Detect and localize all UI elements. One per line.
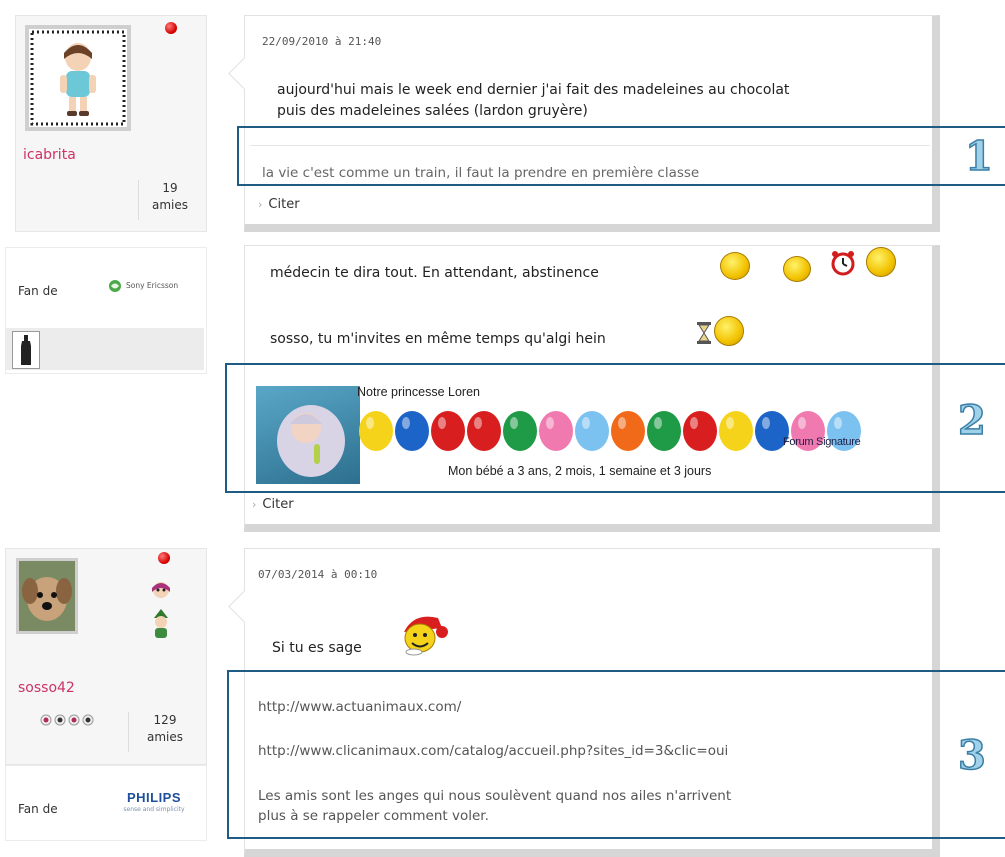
annotation-number: 3 (957, 731, 986, 780)
sony-ericsson-icon (109, 280, 121, 292)
eyes-icon (38, 712, 98, 726)
post-message-line-1: médecin te dira tout. En attendant, abst… (270, 265, 599, 281)
friends-count[interactable]: 129 amies (128, 712, 201, 752)
post-date: 07/03/2014 à 00:10 (258, 568, 378, 581)
dog-avatar-icon (19, 561, 75, 631)
quote-button[interactable]: Citer (258, 197, 299, 212)
clown-smiley-icon (398, 610, 454, 656)
laughing-smiley-icon (866, 247, 896, 277)
username[interactable]: sosso42 (18, 680, 75, 696)
annotation-number: 1 (964, 132, 993, 181)
smiley-icon (783, 256, 811, 282)
girl-avatar-icon (29, 29, 127, 127)
post-message-line-2: sosso, tu m'invites en même temps qu'alg… (270, 331, 606, 347)
fan-label: Fan de (18, 284, 58, 298)
elf-badge-icon (148, 608, 174, 640)
highlight-box-3 (227, 670, 1005, 839)
online-status-icon (158, 552, 170, 564)
friends-count[interactable]: 19 amies (138, 180, 201, 220)
bottle-icon[interactable] (12, 331, 40, 369)
post-message: Si tu es sage (272, 640, 362, 656)
username[interactable]: icabrita (23, 147, 76, 163)
alarm-clock-icon (830, 250, 856, 276)
avatar[interactable] (25, 25, 131, 131)
online-status-icon (165, 22, 177, 34)
hourglass-icon (697, 322, 711, 344)
girl-badge-icon (148, 578, 174, 604)
smiley-icon (720, 252, 750, 280)
smiley-icon (714, 316, 744, 346)
fan-label: Fan de (18, 802, 58, 816)
brand-logo[interactable]: PHILIPS sense and simplicity (110, 790, 198, 820)
post-message: aujourd'hui mais le week end dernier j'a… (277, 82, 790, 119)
quote-button[interactable]: Citer (252, 497, 293, 512)
avatar[interactable] (16, 558, 78, 634)
highlight-box-1 (237, 126, 1005, 186)
post-date: 22/09/2010 à 21:40 (262, 35, 382, 48)
highlight-box-2 (225, 363, 1005, 493)
annotation-number: 2 (957, 396, 986, 445)
brand-logo[interactable]: Sony Ericsson (108, 279, 198, 295)
